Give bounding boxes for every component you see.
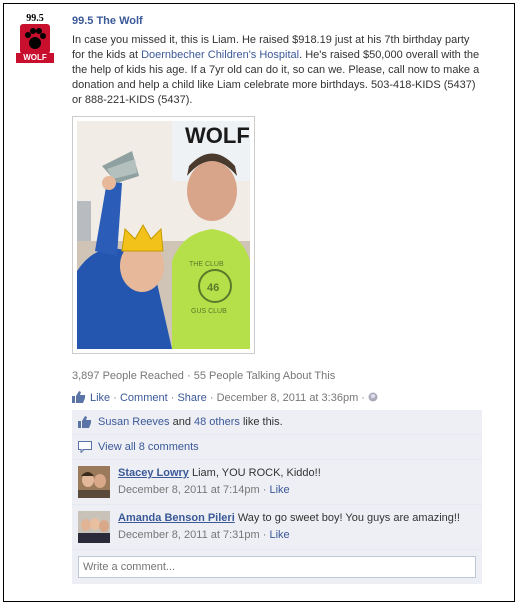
- shirt-text-top: THE CLUB: [189, 261, 224, 268]
- photo-banner-text: WOLF: [185, 123, 250, 148]
- likes-summary: Susan Reeves and 48 others like this.: [72, 410, 482, 435]
- logo-wordmark: WOLF: [16, 53, 54, 63]
- hospital-link[interactable]: Doernbecher Children's Hospital: [141, 49, 299, 61]
- stats-separator: ·: [183, 370, 194, 382]
- paw-icon: [20, 24, 50, 54]
- comment-timestamp[interactable]: December 8, 2011 at 7:31pm: [118, 529, 260, 541]
- people-reached: 3,897 People Reached: [72, 370, 184, 382]
- likes-and: and: [169, 416, 195, 428]
- comment-text: Liam, YOU ROCK, Kiddo!!: [188, 467, 321, 479]
- comment-timestamp[interactable]: December 8, 2011 at 7:14pm: [118, 484, 260, 496]
- likes-suffix: like this.: [239, 416, 283, 428]
- commenter-name-link[interactable]: Amanda Benson Pileri: [118, 512, 235, 524]
- action-sep-1: ·: [110, 392, 120, 404]
- photo-image: WOLF 46 THE CLUB GUS CLUB: [77, 121, 250, 349]
- action-sep-4: ·: [358, 392, 369, 404]
- logo-frequency: 99.5: [26, 13, 44, 24]
- write-comment-row: [72, 550, 482, 584]
- post-message: In case you missed it, this is Liam. He …: [72, 33, 484, 108]
- action-sep-2: ·: [167, 392, 178, 404]
- comment-meta-sep: ·: [259, 529, 270, 541]
- post-photo[interactable]: WOLF 46 THE CLUB GUS CLUB: [72, 116, 255, 354]
- post-actions: Like · Comment · Share · December 8, 201…: [72, 391, 378, 404]
- write-comment-input[interactable]: [78, 556, 476, 578]
- comment-meta-sep: ·: [259, 484, 270, 496]
- view-all-comments-link[interactable]: View all 8 comments: [98, 441, 199, 453]
- share-link[interactable]: Share: [177, 392, 206, 404]
- page-name-link[interactable]: 99.5 The Wolf: [72, 15, 143, 27]
- comment-item: Amanda Benson Pileri Way to go sweet boy…: [72, 505, 482, 550]
- globe-icon: [368, 392, 378, 402]
- post-timestamp[interactable]: December 8, 2011 at 3:36pm: [217, 392, 359, 404]
- shirt-text-bottom: GUS CLUB: [191, 308, 227, 315]
- liker-name-link[interactable]: Susan Reeves: [98, 416, 170, 428]
- like-thumb-icon: [72, 391, 86, 403]
- people-talking: 55 People Talking About This: [193, 370, 336, 382]
- avatar[interactable]: [78, 511, 110, 543]
- likers-others-link[interactable]: 48 others: [194, 416, 240, 428]
- shirt-number: 46: [207, 282, 219, 294]
- comment-text: Way to go sweet boy! You guys are amazin…: [234, 512, 460, 524]
- comment-link[interactable]: Comment: [120, 392, 168, 404]
- view-all-comments-row[interactable]: View all 8 comments: [72, 435, 482, 460]
- action-sep-3: ·: [206, 392, 217, 404]
- comment-bubble-icon: [78, 441, 92, 454]
- post-stats: 3,897 People Reached · 55 People Talking…: [72, 370, 335, 382]
- post-frame: 99.5 WOLF 99.5 The Wolf In case you miss…: [3, 3, 515, 602]
- page-logo[interactable]: 99.5 WOLF: [16, 13, 54, 63]
- comments-section: Susan Reeves and 48 others like this. Vi…: [72, 410, 482, 584]
- commenter-name-link[interactable]: Stacey Lowry: [118, 467, 189, 479]
- avatar[interactable]: [78, 466, 110, 498]
- like-link[interactable]: Like: [90, 392, 110, 404]
- comment-like-link[interactable]: Like: [269, 484, 289, 496]
- comment-like-link[interactable]: Like: [269, 529, 289, 541]
- thumbs-up-icon: [78, 416, 92, 428]
- comment-item: Stacey Lowry Liam, YOU ROCK, Kiddo!! Dec…: [72, 460, 482, 505]
